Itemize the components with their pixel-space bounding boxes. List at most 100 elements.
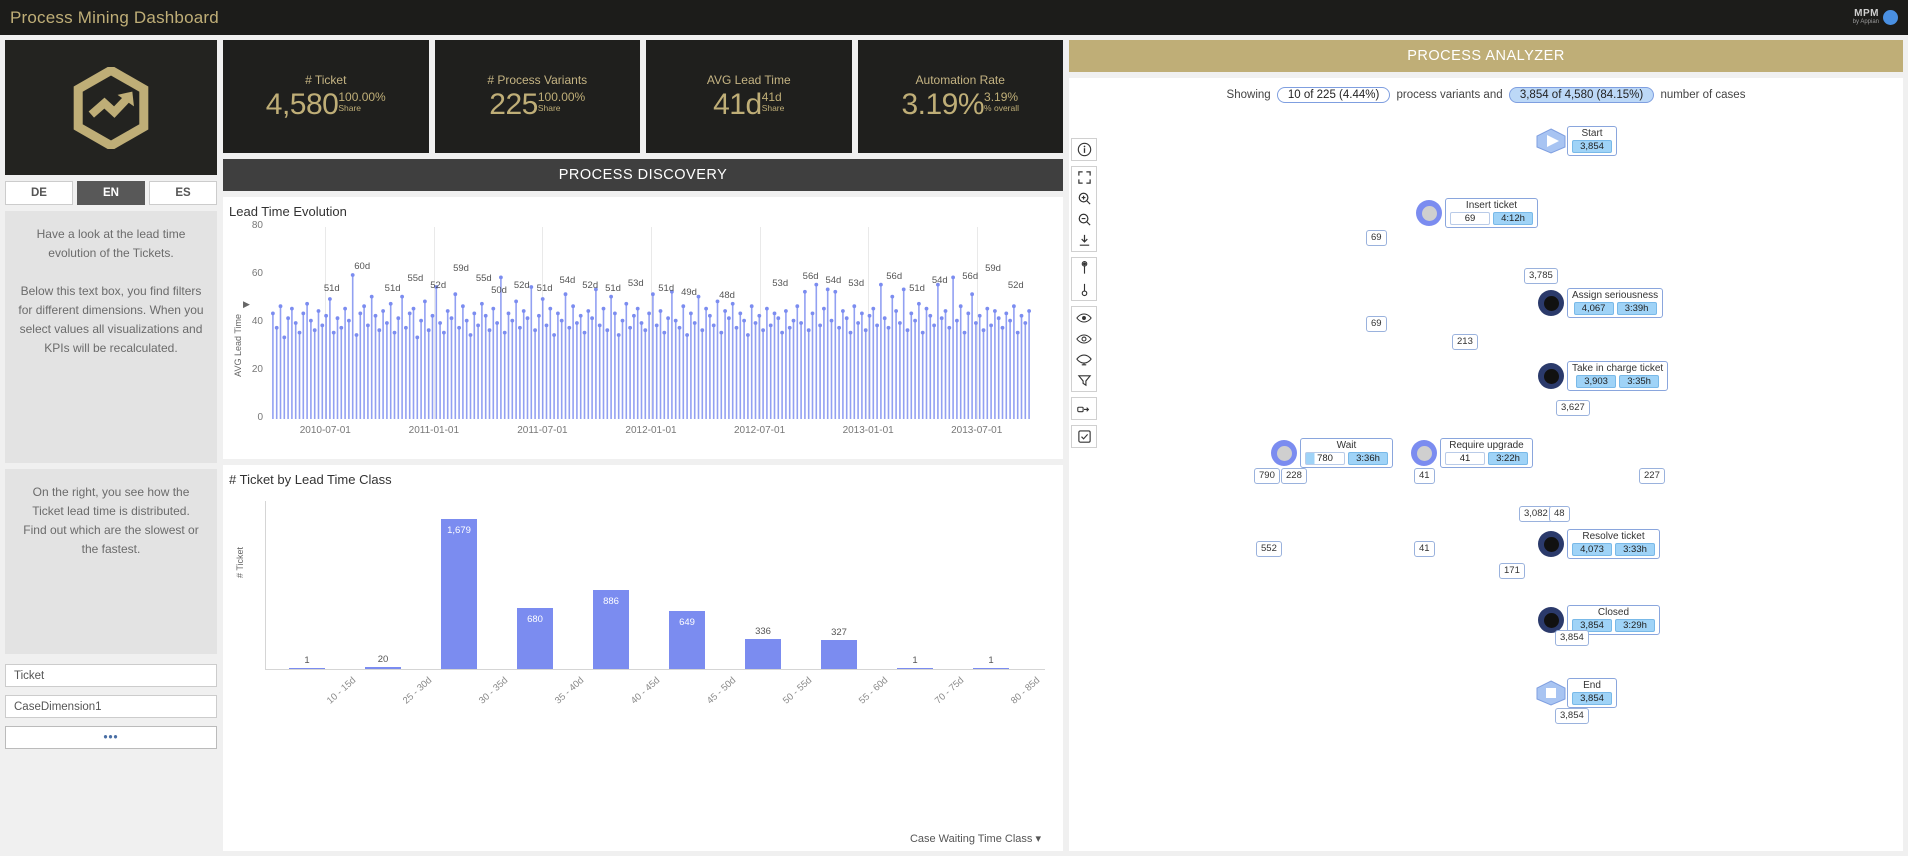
bar-rect[interactable] [745, 638, 781, 669]
process-analyzer-column: PROCESS ANALYZER Showing 10 of 225 (4.44… [1069, 40, 1903, 851]
bar-column[interactable]: 886 [573, 503, 649, 669]
bar-column[interactable]: 1 [953, 503, 1029, 669]
graph-node-label[interactable]: Start 3,854 [1567, 126, 1617, 156]
bar-column[interactable]: 327 [801, 503, 877, 669]
graph-node-marker[interactable] [1416, 200, 1442, 226]
checkbox-icon[interactable] [1072, 426, 1096, 447]
process-analyzer-body[interactable]: Showing 10 of 225 (4.44%) process varian… [1069, 78, 1903, 851]
graph-edge-badge[interactable]: 171 [1499, 563, 1525, 579]
sidebar: DE EN ES Have a look at the lead time ev… [5, 40, 217, 851]
graph-node-label[interactable]: Wait 780 3:36h [1300, 438, 1393, 468]
y-tick-label: 20 [251, 364, 263, 375]
download-icon[interactable] [1072, 230, 1096, 251]
graph-edge-badge[interactable]: 213 [1452, 334, 1478, 350]
bar-rect[interactable] [821, 639, 857, 669]
bar-column[interactable]: 1 [269, 503, 345, 669]
graph-node-marker[interactable] [1411, 440, 1437, 466]
graph-edge-badge[interactable]: 790 [1254, 468, 1280, 484]
graph-edge-badge[interactable]: 41 [1414, 541, 1435, 557]
kpi-share-value: 100.00% [537, 89, 586, 104]
graph-node-marker[interactable] [1538, 290, 1564, 316]
lang-button-de[interactable]: DE [5, 181, 73, 205]
graph-edge-badge[interactable]: 3,854 [1555, 708, 1589, 724]
filter-casedimension1[interactable]: CaseDimension1 [5, 695, 217, 718]
bar-rect[interactable]: 1,679 [441, 519, 477, 669]
graph-edge-badge[interactable]: 3,854 [1555, 630, 1589, 646]
filter-funnel-icon[interactable] [1072, 370, 1096, 391]
graph-node-label[interactable]: Insert ticket 69 4:12h [1445, 198, 1538, 228]
bar-rect[interactable] [897, 668, 933, 669]
graph-node-count: 4,073 [1572, 543, 1612, 556]
graph-edge-badge[interactable]: 69 [1366, 230, 1387, 246]
toolbar-group-eyes [1071, 306, 1097, 392]
filter-ticket[interactable]: Ticket [5, 664, 217, 687]
animate-icon[interactable] [1072, 398, 1096, 419]
graph-node-label[interactable]: End 3,854 [1567, 678, 1617, 708]
graph-edge-badge[interactable]: 41 [1414, 468, 1435, 484]
bar-column[interactable]: 336 [725, 503, 801, 669]
bar-column[interactable]: 649 [649, 503, 725, 669]
bar-column[interactable]: 20 [345, 503, 421, 669]
bar-rect[interactable]: 680 [517, 608, 553, 669]
graph-node-marker[interactable] [1538, 607, 1564, 633]
graph-node-marker[interactable] [1538, 531, 1564, 557]
eye-duration-icon[interactable] [1072, 328, 1096, 349]
edge-slider-icon[interactable] [1072, 279, 1096, 300]
bar-column[interactable]: 680 [497, 503, 573, 669]
bar-column[interactable]: 1 [877, 503, 953, 669]
graph-edge-badge[interactable]: 227 [1639, 468, 1665, 484]
eye-toggle-icon[interactable] [1072, 349, 1096, 370]
kpi-card-process-variants[interactable]: # Process Variants 225 100.00% Share [434, 40, 640, 153]
kpi-secondary: 3.19% % overall [984, 89, 1019, 114]
graph-edge-badge[interactable]: 228 [1281, 468, 1307, 484]
x-axis-dropdown[interactable]: Case Waiting Time Class ▾ [910, 832, 1041, 845]
graph-node-marker[interactable] [1271, 440, 1297, 466]
language-switcher[interactable]: DE EN ES [5, 181, 217, 205]
y-axis-sort-icon[interactable]: ▶ [243, 299, 250, 310]
ticket-by-lead-time-class-chart[interactable]: # Ticket by Lead Time Class # Ticket 1 20… [223, 465, 1063, 851]
graph-node-label[interactable]: Take in charge ticket 3,903 3:35h [1567, 361, 1669, 391]
bar-group: 1 20 1,679 680 886 649 336 327 1 1 [269, 503, 1045, 669]
graph-node-label[interactable]: Resolve ticket 4,073 3:33h [1567, 529, 1660, 559]
eye-frequency-icon[interactable] [1072, 307, 1096, 328]
graph-edge-badge[interactable]: 48 [1549, 506, 1570, 522]
app-title: Process Mining Dashboard [10, 7, 219, 27]
node-slider-icon[interactable] [1072, 258, 1096, 279]
lang-button-es[interactable]: ES [149, 181, 217, 205]
graph-edge-badge[interactable]: 3,785 [1524, 268, 1558, 284]
graph-edge-badge[interactable]: 3,627 [1556, 400, 1590, 416]
graph-edge-badge[interactable]: 3,082 [1519, 506, 1553, 522]
kpi-card-avg-lead-time[interactable]: AVG Lead Time 41d 41d Share [646, 40, 852, 153]
x-tick-label: 2012-01-01 [625, 425, 677, 436]
graph-node-label[interactable]: Closed 3,854 3:29h [1567, 605, 1660, 635]
kpi-share-label: Share [537, 102, 561, 113]
end-node-icon[interactable] [1535, 680, 1567, 711]
lang-button-en[interactable]: EN [77, 181, 145, 205]
kpi-share-label: Share [761, 102, 785, 113]
graph-node-duration: 4:12h [1493, 212, 1533, 225]
graph-edge-badge[interactable]: 552 [1256, 541, 1282, 557]
start-node-icon[interactable] [1535, 128, 1567, 159]
kpi-card-automation-rate[interactable]: Automation Rate 3.19% 3.19% % overall [857, 40, 1063, 153]
graph-node-label[interactable]: Assign seriousness 4,067 3:39h [1567, 288, 1664, 318]
bar-rect[interactable] [365, 667, 401, 669]
kpi-card-ticket[interactable]: # Ticket 4,580 100.00% Share [223, 40, 429, 153]
graph-node-marker[interactable] [1538, 363, 1564, 389]
bar-rect[interactable]: 886 [593, 589, 629, 669]
peak-value-label: 52d [1007, 280, 1024, 292]
bar-column[interactable]: 1,679 [421, 503, 497, 669]
process-graph[interactable] [1069, 78, 1369, 228]
lead-time-evolution-chart[interactable]: Lead Time Evolution AVG Lead Time ▶ 0 20 4… [223, 197, 1063, 459]
chevron-down-icon[interactable]: ▾ [1035, 833, 1041, 845]
graph-node-label[interactable]: Require upgrade 41 3:22h [1440, 438, 1533, 468]
bar-rect[interactable] [973, 668, 1009, 669]
bar-rect[interactable] [289, 668, 325, 669]
graph-node-name: Closed [1597, 607, 1630, 618]
graph-edge-badge[interactable]: 69 [1366, 316, 1387, 332]
filter-more-button[interactable]: ••• [5, 726, 217, 749]
line-plot-area: AVG Lead Time ▶ 0 20 40 60 80 51d 60d 51d 55d 52… [223, 219, 1063, 451]
kpi-share-label: Share [338, 102, 362, 113]
bar-category-label: 35 - 40d [553, 675, 587, 707]
cases-pill[interactable]: 3,854 of 4,580 (84.15%) [1508, 87, 1655, 103]
bar-rect[interactable]: 649 [669, 611, 705, 669]
